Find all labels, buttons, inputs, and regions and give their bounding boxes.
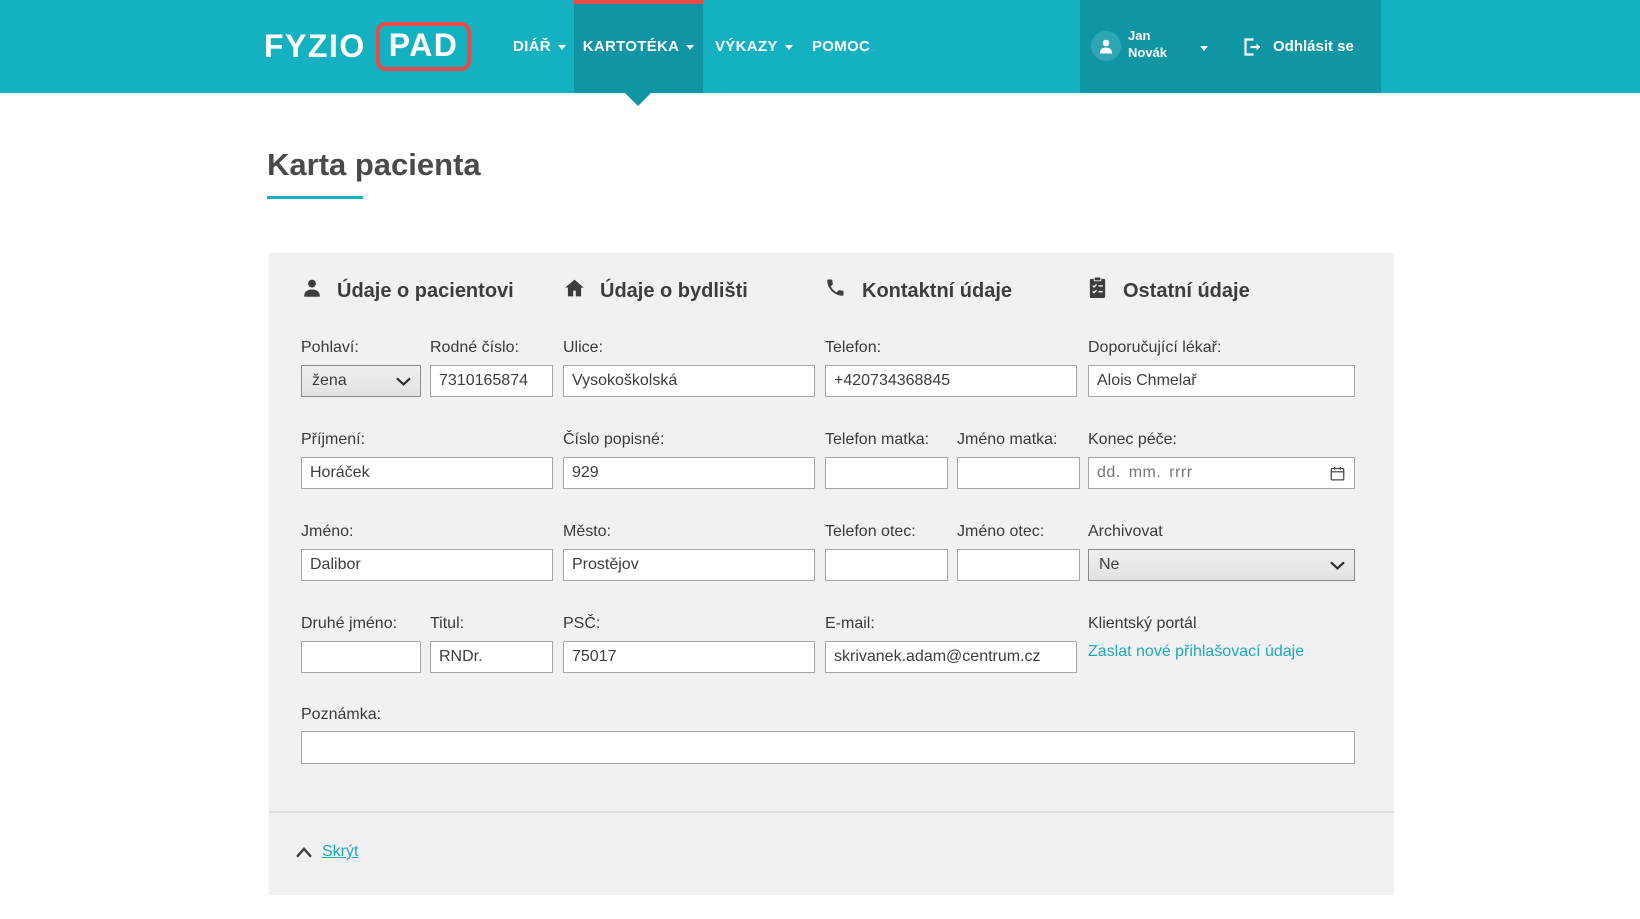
user-name[interactable]: Jan Novák <box>1128 27 1167 61</box>
archivovat-select-value: Ne <box>1099 556 1119 574</box>
title-underline <box>267 196 363 199</box>
field-label-druhe-jmeno: Druhé jméno: <box>301 614 397 634</box>
page-title: Karta pacienta <box>267 147 481 183</box>
field-label-telefon: Telefon: <box>825 338 881 358</box>
logout-button[interactable]: Odhlásit se <box>1240 0 1354 93</box>
druhe-jmeno-input[interactable] <box>301 641 421 673</box>
archivovat-select[interactable]: Ne <box>1088 549 1355 581</box>
field-label-rodne-cislo: Rodné číslo: <box>430 338 519 358</box>
mesto-input[interactable] <box>563 549 815 581</box>
top-navbar: FYZIO PAD DIÁŘ KARTOTÉKA VÝKAZY POMOC <box>0 0 1640 93</box>
nav-item-diar-label: DIÁŘ <box>513 38 551 55</box>
chevron-up-icon <box>296 847 312 858</box>
pohlavi-select-value: žena <box>312 372 347 390</box>
active-tab-indicator <box>574 0 703 4</box>
pohlavi-select[interactable]: žena <box>301 365 421 397</box>
user-avatar[interactable] <box>1091 31 1121 61</box>
telefon-otec-input[interactable] <box>825 549 948 581</box>
nav-item-pomoc[interactable]: POMOC <box>812 0 870 93</box>
section-title-address: Údaje o bydlišti <box>600 280 748 303</box>
field-label-ulice: Ulice: <box>563 338 603 358</box>
person-icon <box>301 277 323 299</box>
nav-item-kartoteka-label: KARTOTÉKA <box>583 38 680 55</box>
field-label-email: E-mail: <box>825 614 875 634</box>
field-label-psc: PSČ: <box>563 614 600 634</box>
user-menu-chevron-down-icon[interactable] <box>1200 46 1208 51</box>
calendar-icon <box>1329 465 1346 482</box>
field-label-telefon-otec: Telefon otec: <box>825 522 916 542</box>
person-icon <box>1097 37 1115 55</box>
jmeno-matka-input[interactable] <box>957 457 1080 489</box>
user-first-name: Jan <box>1128 27 1167 44</box>
chevron-down-icon <box>1330 561 1345 570</box>
app-logo[interactable]: FYZIO PAD <box>264 0 471 93</box>
cislo-popisne-input[interactable] <box>563 457 815 489</box>
nav-item-diar[interactable]: DIÁŘ <box>513 0 566 93</box>
psc-input[interactable] <box>563 641 815 673</box>
section-title-other: Ostatní údaje <box>1123 280 1250 303</box>
nav-item-pomoc-label: POMOC <box>812 38 870 55</box>
telefon-input[interactable] <box>825 365 1077 397</box>
patient-card-page: FYZIO PAD DIÁŘ KARTOTÉKA VÝKAZY POMOC <box>0 0 1640 919</box>
field-label-jmeno-matka: Jméno matka: <box>957 430 1057 450</box>
hide-section-row: Skrýt <box>296 843 358 861</box>
home-icon <box>563 277 586 299</box>
nav-item-vykazy[interactable]: VÝKAZY <box>715 0 793 93</box>
email-input[interactable] <box>825 641 1077 673</box>
hide-link[interactable]: Skrýt <box>322 843 358 861</box>
logo-badge-pad: PAD <box>376 22 472 71</box>
field-label-jmeno-otec: Jméno otec: <box>957 522 1044 542</box>
section-title-contact: Kontaktní údaje <box>862 280 1012 303</box>
field-label-pohlavi: Pohlaví: <box>301 338 359 358</box>
doporucujici-lekar-input[interactable] <box>1088 365 1355 397</box>
ulice-input[interactable] <box>563 365 815 397</box>
chevron-down-icon <box>558 45 566 50</box>
konec-pece-date-input[interactable]: dd. mm. rrrr <box>1088 457 1355 489</box>
user-panel: Jan Novák Odhlásit se <box>1080 0 1381 93</box>
field-label-prijmeni: Příjmení: <box>301 430 365 450</box>
field-label-cislo-popisne: Číslo popisné: <box>563 430 664 450</box>
chevron-down-icon <box>785 45 793 50</box>
rodne-cislo-input[interactable] <box>430 365 553 397</box>
field-label-doporucujici-lekar: Doporučující lékař: <box>1088 338 1221 358</box>
date-placeholder: dd. mm. rrrr <box>1097 464 1193 482</box>
clipboard-icon <box>1087 276 1108 299</box>
field-label-archivovat: Archivovat <box>1088 522 1163 542</box>
user-last-name: Novák <box>1128 44 1167 61</box>
jmeno-input[interactable] <box>301 549 553 581</box>
telefon-matka-input[interactable] <box>825 457 948 489</box>
prijmeni-input[interactable] <box>301 457 553 489</box>
chevron-down-icon <box>686 45 694 50</box>
field-label-klientsky-portal: Klientský portál <box>1088 614 1197 634</box>
field-label-poznamka: Poznámka: <box>301 705 381 725</box>
poznamka-input[interactable] <box>301 731 1355 764</box>
send-credentials-link[interactable]: Zaslat nové přihlašovací údaje <box>1088 643 1304 661</box>
phone-icon <box>825 277 846 298</box>
panel-divider <box>269 811 1394 813</box>
field-label-telefon-matka: Telefon matka: <box>825 430 929 450</box>
nav-item-vykazy-label: VÝKAZY <box>715 38 778 55</box>
titul-input[interactable] <box>430 641 553 673</box>
field-label-konec-pece: Konec péče: <box>1088 430 1177 450</box>
field-label-mesto: Město: <box>563 522 611 542</box>
logout-icon <box>1240 35 1264 59</box>
logout-label: Odhlásit se <box>1273 38 1354 55</box>
chevron-down-icon <box>396 377 411 386</box>
logo-text-fyzio: FYZIO <box>264 28 366 65</box>
active-tab-notch <box>625 93 651 106</box>
field-label-titul: Titul: <box>430 614 464 634</box>
jmeno-otec-input[interactable] <box>957 549 1080 581</box>
field-label-jmeno: Jméno: <box>301 522 353 542</box>
nav-item-kartoteka-active[interactable]: KARTOTÉKA <box>574 0 703 93</box>
section-title-patient: Údaje o pacientovi <box>337 280 514 303</box>
